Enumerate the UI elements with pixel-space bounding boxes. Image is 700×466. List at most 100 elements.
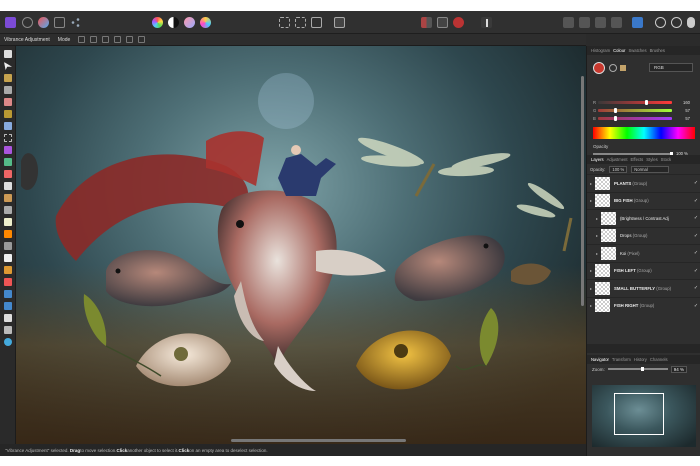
tab-stock[interactable]: Stock [661,157,671,162]
context-option-1-icon[interactable] [78,36,86,43]
tab-brushes[interactable]: Brushes [650,48,665,53]
mode-dropdown[interactable]: Mode [55,37,74,43]
layer-visibility-check[interactable]: ✓ [691,285,700,291]
navigator-view-rect[interactable] [614,393,664,435]
layers-opacity-field[interactable]: 100 % [609,165,628,173]
tab-channels[interactable]: Channels [650,357,668,362]
boolean-intersect-icon[interactable] [687,17,695,28]
quick-mask-icon[interactable] [311,17,322,28]
eyedropper-icon[interactable] [620,65,626,71]
green-knob[interactable] [614,107,618,113]
layer-row[interactable]: ▸ BIG FISH (Group) ✓ [587,191,700,210]
levels-icon[interactable] [184,17,195,28]
tab-histogram[interactable]: Histogram [591,48,610,53]
grid-icon[interactable] [437,17,448,28]
expand-arrow-icon[interactable]: ▸ [587,181,595,186]
blur-tool-icon[interactable] [4,206,12,214]
context-option-6-icon[interactable] [138,36,146,43]
document-canvas[interactable] [16,46,586,444]
view-mode-icon[interactable] [632,17,643,28]
context-option-2-icon[interactable] [90,36,98,43]
zoom-slider[interactable] [607,367,668,371]
zoom-tool-icon[interactable] [4,338,12,346]
layer-row[interactable]: ▸ Drops (Group) ✓ [587,226,700,245]
tab-layers[interactable]: Layers [591,157,604,162]
context-option-5-icon[interactable] [126,36,134,43]
text-tool-icon[interactable] [4,314,12,322]
layer-visibility-check[interactable]: ✓ [691,250,700,256]
horizontal-scrollbar[interactable] [231,439,406,442]
tab-swatches[interactable]: Swatches [628,48,646,53]
layer-visibility-check[interactable]: ✓ [691,198,700,204]
context-option-4-icon[interactable] [114,36,122,43]
tab-adjustment[interactable]: Adjustment [607,157,628,162]
boolean-subtract-icon[interactable] [671,17,682,28]
arrange-back-icon[interactable] [563,17,574,28]
expand-arrow-icon[interactable]: ▸ [587,198,595,203]
zoom-knob[interactable] [641,367,645,371]
red-knob[interactable] [644,99,648,105]
develop-persona-icon[interactable] [54,17,65,28]
colour-mode-dropdown[interactable]: RGB [649,63,693,72]
layer-visibility-check[interactable]: ✓ [691,233,700,239]
view-tool-icon[interactable] [4,50,12,58]
boolean-add-icon[interactable] [655,17,666,28]
colour-spectrum[interactable] [593,127,695,139]
marquee-icon[interactable] [279,17,290,28]
navigator-thumbnail[interactable] [592,385,696,447]
layer-visibility-check[interactable]: ✓ [691,303,700,309]
distribute-icon[interactable] [611,17,622,28]
share-icon[interactable] [70,17,81,28]
shape-tool-icon[interactable] [4,290,12,298]
liquify-persona-icon[interactable] [38,17,49,28]
move-tool-icon[interactable] [4,62,12,70]
gradient-tool-icon[interactable] [4,170,12,178]
zoom-value[interactable]: 94 % [670,365,688,373]
paint-brush-icon[interactable] [4,110,12,118]
arrange-forward-icon[interactable] [579,17,590,28]
expand-arrow-icon[interactable]: ▸ [587,268,595,273]
colour-picker-icon[interactable] [4,98,12,106]
tab-navigator[interactable]: Navigator [591,357,609,362]
red-channel-slider[interactable]: R 160 [593,99,693,105]
tab-styles[interactable]: Styles [646,157,657,162]
record-icon[interactable] [453,17,464,28]
white-balance-icon[interactable] [200,17,211,28]
tab-transform[interactable]: Transform [612,357,631,362]
smudge-tool-icon[interactable] [4,254,12,262]
tab-effects[interactable]: Effects [631,157,644,162]
node-tool-icon[interactable] [4,278,12,286]
crop-tool-icon[interactable] [4,86,12,94]
context-option-3-icon[interactable] [102,36,110,43]
layer-row[interactable]: ▸ PLANTS (Group) ✓ [587,174,700,192]
marquee-tool-icon[interactable] [4,134,12,142]
layer-visibility-check[interactable]: ✓ [691,180,700,186]
blue-channel-value[interactable]: 57 [672,116,690,121]
align-icon[interactable] [595,17,606,28]
layer-row[interactable]: ▸ FISH LEFT (Group) ✓ [587,261,700,280]
layer-row[interactable]: ▸ SMALL BUTTERFLY (Group) ✓ [587,279,700,297]
snapping-icon[interactable] [421,17,432,28]
expand-arrow-icon[interactable]: ▸ [587,303,595,308]
freehand-select-icon[interactable] [4,146,12,154]
rectangle-tool-icon[interactable] [4,302,12,310]
expand-arrow-icon[interactable]: ▸ [593,251,601,256]
blend-mode-dropdown[interactable]: Normal [631,165,670,173]
blue-knob[interactable] [614,115,618,121]
pen-tool-icon[interactable] [4,266,12,274]
layer-row[interactable]: ▸ Koi (Pixel) ✓ [587,244,700,262]
blue-channel-slider[interactable]: B 57 [593,115,693,121]
clone-tool-icon[interactable] [4,218,12,226]
primary-colour-swatch[interactable] [593,62,605,74]
flood-select-icon[interactable] [4,122,12,130]
tab-history[interactable]: History [634,357,647,362]
vertical-scrollbar[interactable] [581,76,584,306]
secondary-colour-swatch[interactable] [609,64,617,72]
layer-row[interactable]: ▸ FISH RIGHT (Group) ✓ [587,296,700,315]
eraser-tool-icon[interactable] [4,182,12,190]
assistant-icon[interactable] [481,17,492,28]
contrast-icon[interactable] [168,17,179,28]
tab-colour[interactable]: Colour [613,48,625,53]
selection-brush-icon[interactable] [4,74,12,82]
dodge-tool-icon[interactable] [4,194,12,202]
